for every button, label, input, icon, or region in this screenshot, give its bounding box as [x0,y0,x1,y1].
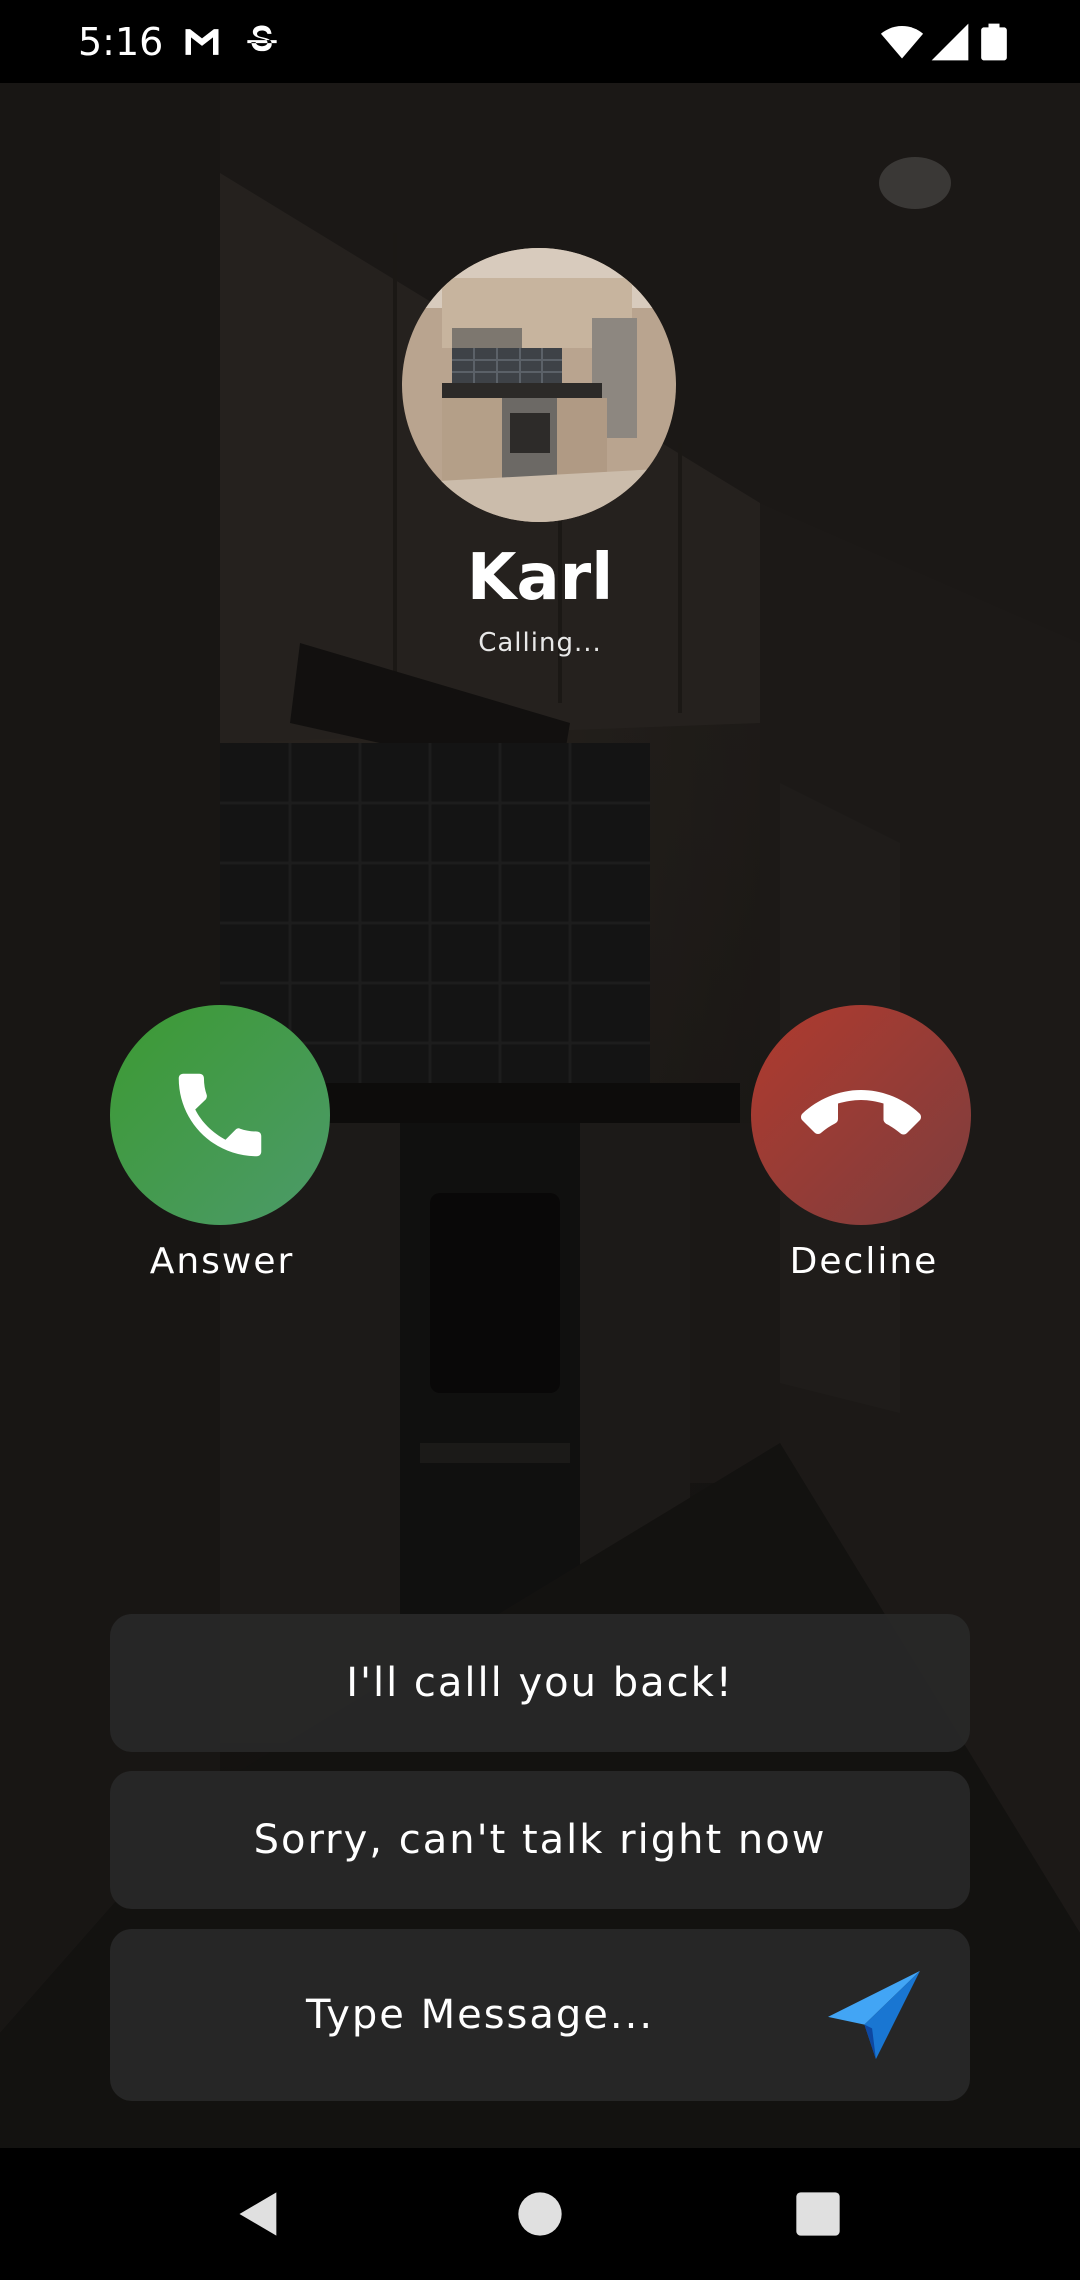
quick-reply-call-back[interactable]: I'll calll you back! [110,1614,970,1752]
signal-icon [931,23,969,61]
decline-label: Decline [789,1241,939,1282]
avatar-image [402,248,676,522]
quick-reply-cant-talk[interactable]: Sorry, can't talk right now [110,1771,970,1909]
status-time: 5:16 [78,20,164,64]
answer-button[interactable] [110,1005,330,1225]
battery-icon [981,23,1007,61]
navigation-bar [0,2148,1080,2280]
sim-icon [247,25,277,52]
send-icon[interactable] [826,1969,922,2061]
recents-icon[interactable] [792,2188,844,2240]
phone-icon [178,1073,262,1157]
home-icon[interactable] [514,2188,566,2240]
caller-name: Karl [466,541,614,615]
wifi-icon [880,26,924,59]
back-icon[interactable] [233,2188,285,2240]
quick-reply-label: I'll calll you back! [346,1660,734,1706]
status-bar: 5:16 [0,0,1080,83]
message-input[interactable]: Type Message... [306,1991,654,2039]
gmail-icon [185,29,219,55]
call-status: Calling... [478,628,602,658]
hang-up-icon [801,1090,921,1135]
caller-avatar [402,248,676,522]
incoming-call-screen: 5:16 Karl Calling... Answer Decline I'll… [0,0,1080,2280]
decline-button[interactable] [751,1005,971,1225]
quick-reply-label: Sorry, can't talk right now [253,1817,827,1863]
answer-label: Answer [149,1241,295,1282]
message-input-box[interactable]: Type Message... [110,1929,970,2101]
